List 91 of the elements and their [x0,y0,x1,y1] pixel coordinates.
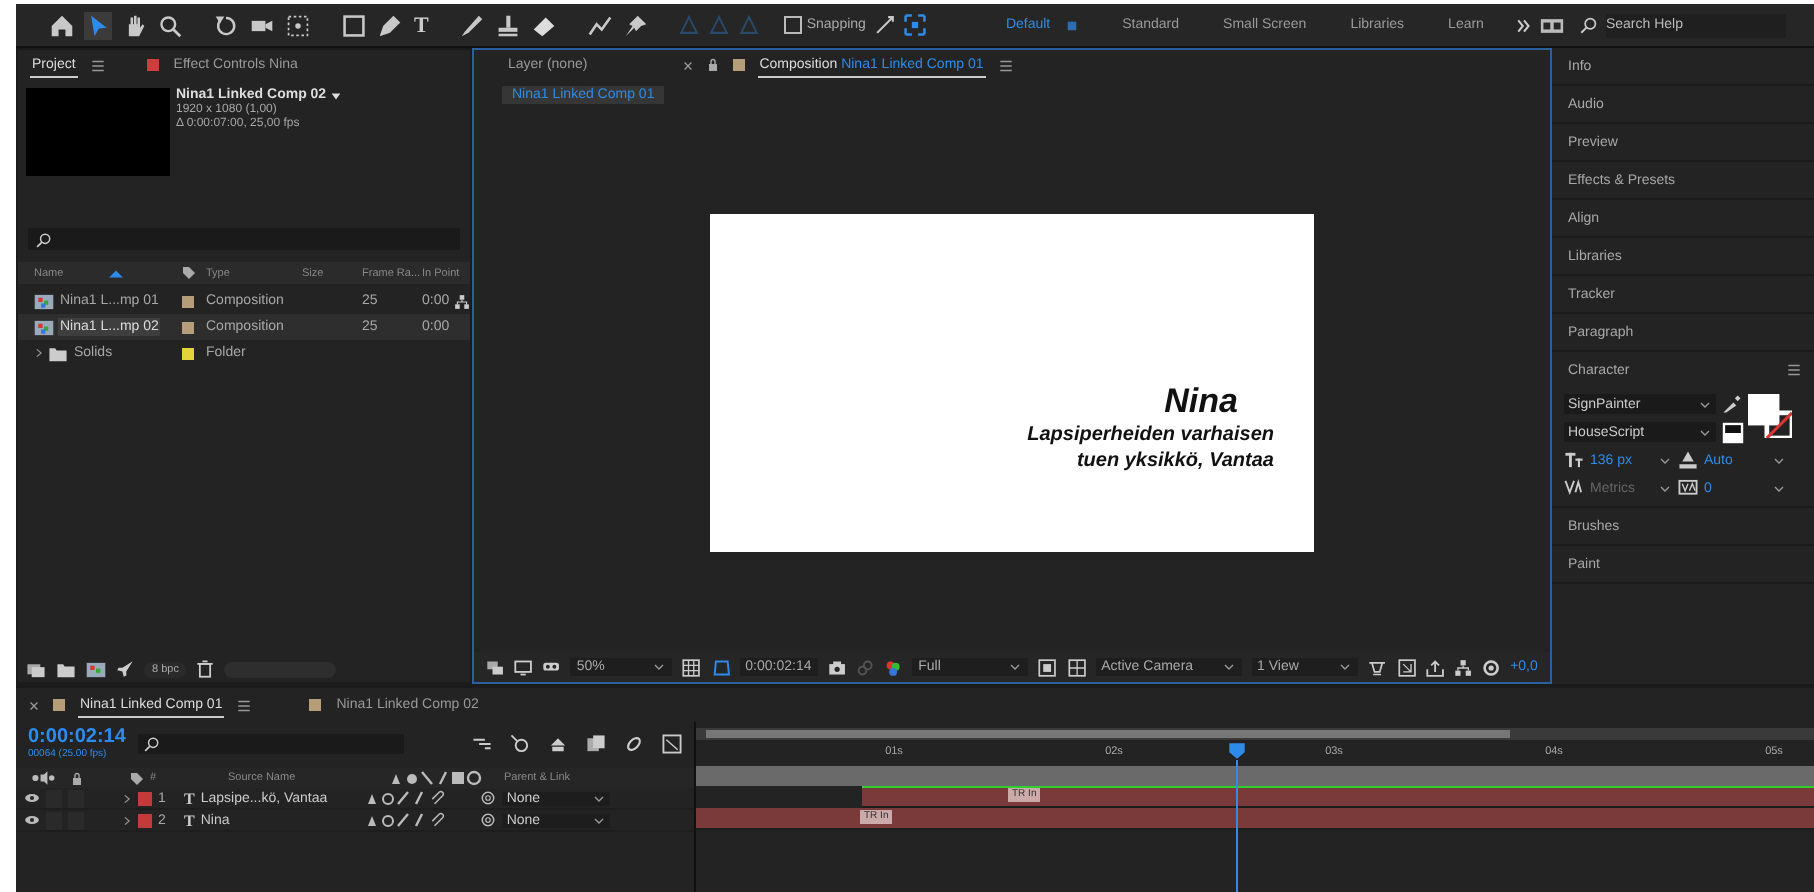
monitor-icon[interactable] [514,657,533,677]
search-field[interactable] [137,733,404,753]
graph-editor-icon[interactable] [662,733,682,753]
motion-blur-icon[interactable] [624,733,644,753]
search-icon [36,231,52,247]
type-tool[interactable]: T [412,11,431,39]
search-icon [143,735,160,751]
eyedropper-icon[interactable] [1722,394,1742,414]
pin-icon[interactable] [622,11,651,39]
layer-switches-icon[interactable] [366,790,425,806]
workspace-menu-icon[interactable] [1066,19,1079,31]
flowchart-icon[interactable] [1453,657,1472,677]
tracking-icon [1678,478,1698,498]
folder-icon[interactable] [56,659,76,679]
camera-icon[interactable] [827,657,846,677]
comp-swatch-icon [308,698,323,712]
checkbox[interactable] [784,16,803,34]
search-icon [1579,16,1598,34]
rotate-icon[interactable] [212,11,240,39]
export-icon[interactable] [1425,657,1444,677]
region-icon[interactable] [1038,657,1058,677]
interpret-footage-icon[interactable] [26,659,46,679]
canvas-text: tuen yksikkö, Vantaa [1076,448,1274,474]
brush-stroke-icon[interactable] [586,11,615,39]
canvas-title: Nina [1164,382,1238,422]
search-field[interactable] [28,228,460,250]
pixel-aspect-icon[interactable] [1368,657,1388,677]
fast-preview-icon[interactable] [1397,657,1416,677]
layer-type: T [184,811,195,829]
composition-icon [34,317,54,337]
eye-icon[interactable] [24,812,40,828]
layer-swatch-icon [145,58,160,72]
close-icon[interactable] [681,59,694,71]
expand-caret-icon[interactable] [122,793,132,803]
grid-icon[interactable] [682,657,702,677]
pen-icon[interactable] [376,11,404,39]
trash-icon[interactable] [196,660,215,678]
home-icon[interactable] [48,11,76,39]
transparency-grid-icon[interactable] [1067,657,1086,677]
rocket-icon[interactable] [116,660,134,678]
layer-switches-icon[interactable] [366,812,425,828]
label-tag-icon[interactable] [182,266,196,280]
sort-arrow-icon[interactable] [107,265,124,281]
layer-type: T [184,789,195,807]
brush-icon[interactable] [458,11,487,39]
fill-stroke-swatch-icon[interactable] [1748,394,1792,438]
expand-caret-icon[interactable] [34,348,44,358]
caret-icon [1221,660,1236,674]
stroke-swatch-icon[interactable] [1722,421,1744,443]
lock-icon [70,771,84,785]
leading-icon [1678,450,1698,470]
menu-icon[interactable] [89,57,106,73]
exposure-icon[interactable] [1481,657,1501,677]
label-color[interactable] [138,791,152,805]
monitor-stack-icon[interactable] [486,657,505,677]
goggles-icon[interactable] [542,657,561,677]
comp-swatch-icon [731,58,746,72]
label-tag-icon [130,771,144,785]
kerning-icon [1564,478,1584,498]
label-color[interactable] [138,813,152,827]
frame-blending-icon[interactable] [586,733,606,753]
current-time[interactable]: 0:00:02:14 [28,726,126,748]
expand-caret-icon[interactable] [122,815,132,825]
navigator-bar[interactable] [696,728,1814,740]
color-channels-icon[interactable] [883,657,903,677]
dotted-square-icon[interactable] [284,11,312,39]
caret-icon [1338,660,1353,674]
expand-icon[interactable] [903,14,926,36]
caret-icon [652,660,667,674]
lock-icon[interactable] [705,58,720,72]
caret-icon [1008,660,1023,674]
comp-swatch-icon [52,698,66,712]
canvas-text: Lapsiperheiden varhaisen [1027,422,1274,448]
menu-icon[interactable] [236,697,253,713]
font-size-icon [1564,450,1584,470]
snap-arrows-icon[interactable] [873,14,896,36]
double-chevron-icon[interactable] [1515,17,1532,33]
dropdown-triangle-icon[interactable] [330,89,343,101]
menu-icon[interactable] [1786,362,1802,378]
menu-icon[interactable] [997,57,1014,73]
rectangle-icon[interactable] [340,11,368,39]
flowchart-icon[interactable] [453,293,470,309]
layer-switches-icon [390,770,482,786]
magnifier-icon[interactable] [156,11,184,39]
eye-icon[interactable] [24,790,40,806]
composition-icon [34,291,54,311]
thumbnail [26,88,170,176]
pointer-icon[interactable] [84,11,112,39]
stamp-icon[interactable] [494,11,523,39]
composition-icon[interactable] [86,659,106,679]
close-icon[interactable] [28,699,40,711]
